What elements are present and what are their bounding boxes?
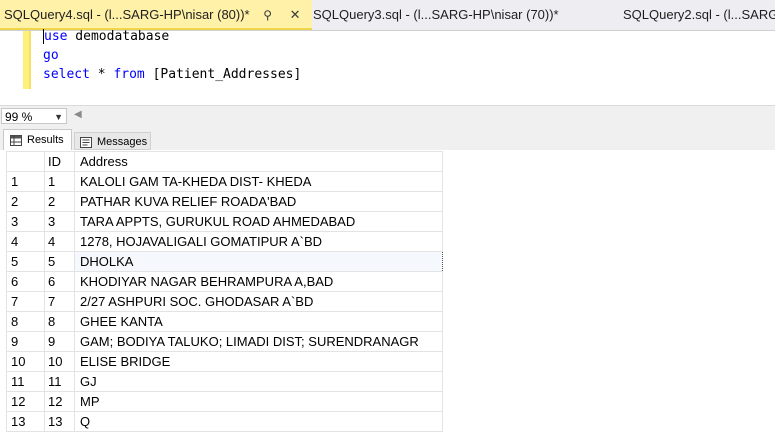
results-grid-area: ID Address 1 1 KALOLI GAM TA-KHEDA DIST- K… (0, 150, 775, 445)
address-cell[interactable]: PATHAR KUVA RELIEF ROADA'BAD (74, 191, 443, 212)
column-header-address[interactable]: Address (74, 151, 443, 172)
address-cell[interactable]: MP (74, 391, 443, 412)
table-row[interactable]: 8 8 GHEE KANTA (6, 311, 443, 332)
tab-label: SQLQuery3.sql - (l...SARG-HP\nisar (70))… (313, 7, 559, 22)
id-cell[interactable]: 6 (44, 271, 75, 292)
tab-messages[interactable]: Messages (74, 132, 151, 150)
results-grid: ID Address 1 1 KALOLI GAM TA-KHEDA DIST- K… (6, 151, 443, 432)
row-number-cell[interactable]: 6 (6, 271, 45, 292)
zoom-select[interactable]: 99 % ▼ (1, 108, 67, 124)
tab-label: SQLQuery4.sql - (l...SARG-HP\nisar (80))… (4, 7, 250, 22)
id-cell[interactable]: 5 (44, 251, 75, 272)
query-editor[interactable]: use demodatabase go select * from [Patie… (0, 29, 775, 104)
pin-icon[interactable]: ⚲ (263, 0, 272, 30)
code-line-2: go (43, 48, 59, 63)
table-row[interactable]: 1 1 KALOLI GAM TA-KHEDA DIST- KHEDA (6, 171, 443, 192)
code-line-1: use demodatabase (43, 29, 170, 44)
address-cell[interactable]: GHEE KANTA (74, 311, 443, 332)
id-cell[interactable]: 3 (44, 211, 75, 232)
id-cell[interactable]: 13 (44, 411, 75, 432)
table-row[interactable]: 4 4 1278, HOJAVALIGALI GOMATIPUR A`BD (6, 231, 443, 252)
row-number-cell[interactable]: 12 (6, 391, 45, 412)
row-number-cell[interactable]: 10 (6, 351, 45, 372)
id-cell[interactable]: 1 (44, 171, 75, 192)
row-number-cell[interactable]: 11 (6, 371, 45, 392)
id-cell[interactable]: 12 (44, 391, 75, 412)
address-cell[interactable]: KALOLI GAM TA-KHEDA DIST- KHEDA (74, 171, 443, 192)
row-number-cell[interactable]: 5 (6, 251, 45, 272)
column-header-id[interactable]: ID (44, 151, 75, 172)
address-cell[interactable]: ELISE BRIDGE (74, 351, 443, 372)
id-cell[interactable]: 7 (44, 291, 75, 312)
row-number-cell[interactable]: 7 (6, 291, 45, 312)
address-cell[interactable]: 2/27 ASHPURI SOC. GHODASAR A`BD (74, 291, 443, 312)
table-row[interactable]: 2 2 PATHAR KUVA RELIEF ROADA'BAD (6, 191, 443, 212)
address-cell[interactable]: Q (74, 411, 443, 432)
table-row[interactable]: 10 10 ELISE BRIDGE (6, 351, 443, 372)
scroll-left-icon[interactable]: ◀ (74, 109, 82, 120)
close-icon[interactable]: ✕ (290, 0, 301, 30)
row-number-header[interactable] (6, 151, 45, 172)
messages-icon (80, 136, 92, 148)
table-row[interactable]: 6 6 KHODIYAR NAGAR BEHRAMPURA A,BAD (6, 271, 443, 292)
table-row[interactable]: 5 5 DHOLKA (6, 251, 443, 272)
tab-sqlquery4[interactable]: SQLQuery4.sql - (l...SARG-HP\nisar (80))… (0, 0, 312, 30)
table-row[interactable]: 13 13 Q (6, 411, 443, 432)
id-cell[interactable]: 9 (44, 331, 75, 352)
table-row[interactable]: 7 7 2/27 ASHPURI SOC. GHODASAR A`BD (6, 291, 443, 312)
chevron-down-icon: ▼ (54, 112, 63, 122)
id-cell[interactable]: 2 (44, 191, 75, 212)
grid-icon (10, 134, 22, 146)
row-number-cell[interactable]: 8 (6, 311, 45, 332)
zoom-bar: 99 % ▼ ◀ (0, 105, 775, 126)
id-cell[interactable]: 8 (44, 311, 75, 332)
address-cell[interactable]: 1278, HOJAVALIGALI GOMATIPUR A`BD (74, 231, 443, 252)
table-row[interactable]: 9 9 GAM; BODIYA TALUKO; LIMADI DIST; SUREN… (6, 331, 443, 352)
table-row[interactable]: 12 12 MP (6, 391, 443, 412)
address-cell[interactable]: TARA APPTS, GURUKUL ROAD AHMEDABAD (74, 211, 443, 232)
grid-header-row: ID Address (6, 151, 443, 172)
address-cell[interactable]: KHODIYAR NAGAR BEHRAMPURA A,BAD (74, 271, 443, 292)
row-number-cell[interactable]: 13 (6, 411, 45, 432)
tab-sqlquery2[interactable]: SQLQuery2.sql - (l...SARG (623, 0, 775, 30)
address-cell[interactable]: GJ (74, 371, 443, 392)
address-cell[interactable]: GAM; BODIYA TALUKO; LIMADI DIST; SURENDR… (74, 331, 443, 352)
tab-results[interactable]: Results (3, 129, 72, 150)
id-cell[interactable]: 11 (44, 371, 75, 392)
result-tabs: Results Messages (0, 126, 775, 150)
row-number-cell[interactable]: 2 (6, 191, 45, 212)
row-number-cell[interactable]: 3 (6, 211, 45, 232)
row-number-cell[interactable]: 4 (6, 231, 45, 252)
tab-sqlquery3[interactable]: SQLQuery3.sql - (l...SARG-HP\nisar (70))… (313, 0, 559, 30)
code-line-3: select * from [Patient_Addresses] (43, 67, 302, 82)
address-cell[interactable]: DHOLKA (74, 251, 443, 272)
row-number-cell[interactable]: 1 (6, 171, 45, 192)
id-cell[interactable]: 4 (44, 231, 75, 252)
row-number-cell[interactable]: 9 (6, 331, 45, 352)
table-row[interactable]: 3 3 TARA APPTS, GURUKUL ROAD AHMEDABAD (6, 211, 443, 232)
id-cell[interactable]: 10 (44, 351, 75, 372)
tab-label: SQLQuery2.sql - (l...SARG (623, 7, 775, 22)
document-tab-strip: SQLQuery4.sql - (l...SARG-HP\nisar (80))… (0, 0, 775, 31)
table-row[interactable]: 11 11 GJ (6, 371, 443, 392)
change-marker-edge (29, 31, 31, 89)
